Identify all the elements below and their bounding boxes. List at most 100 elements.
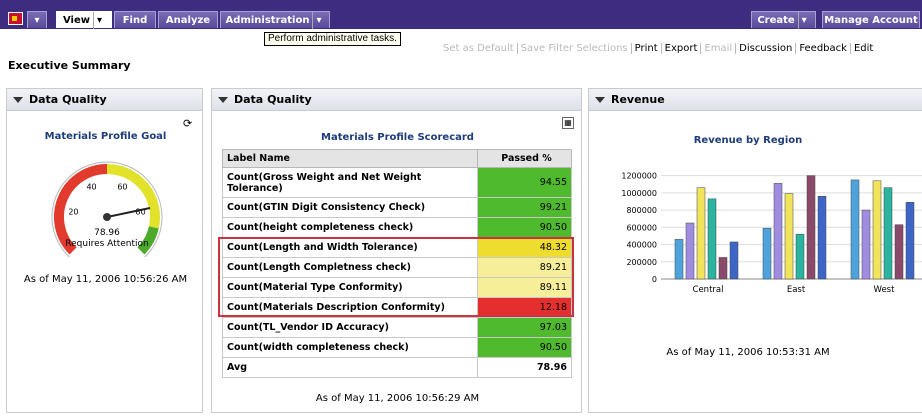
refresh-icon[interactable]: ⟳ (183, 117, 192, 130)
edit-link[interactable]: Edit (851, 43, 876, 54)
y-tick-label: 0 (652, 275, 657, 284)
bar[interactable] (905, 202, 915, 280)
bar[interactable] (883, 187, 893, 280)
row-value: 90.50 (477, 217, 572, 238)
panel-header[interactable]: Data Quality (7, 89, 202, 111)
row-label: Count(Gross Weight and Net Weight Tolera… (222, 167, 478, 198)
bar[interactable] (773, 183, 783, 280)
bar[interactable] (817, 196, 827, 280)
row-label: Count(Length and Width Tolerance) (222, 237, 478, 258)
manage-account-label: Manage Account (824, 15, 918, 26)
row-label: Count(Material Type Conformity) (222, 277, 478, 298)
print-link[interactable]: Print (632, 43, 662, 54)
table-row: Count(TL_Vendor ID Accuracy) 97.03 (222, 317, 572, 338)
scorecard-title: Materials Profile Scorecard (321, 132, 474, 143)
row-value: 78.96 (477, 357, 572, 378)
gauge-zone (106, 164, 160, 229)
row-value: 12.18 (477, 297, 572, 318)
export-link[interactable]: Export (662, 43, 702, 54)
flag-menu-chevron-icon[interactable]: ▾ (27, 11, 47, 28)
tab-analyze[interactable]: Analyze (158, 11, 218, 28)
table-row: Count(Gross Weight and Net Weight Tolera… (222, 167, 572, 198)
panel-header[interactable]: Data Quality (212, 89, 581, 111)
bar[interactable] (729, 241, 739, 280)
gauge-tick-label: 20 (68, 208, 78, 217)
bar[interactable] (674, 239, 684, 280)
y-tick-label: 400000 (626, 241, 657, 250)
column-header-passed[interactable]: Passed % (477, 149, 572, 168)
row-label: Count(height completeness check) (222, 217, 478, 238)
collapse-caret-icon[interactable] (218, 97, 228, 103)
y-tick-label: 1200000 (621, 172, 657, 181)
tooltip: Perform administrative tasks. (264, 32, 401, 46)
data-quality-scorecard-panel: Data Quality ▦ Materials Profile Scoreca… (211, 88, 582, 413)
tab-administration-label: Administration (225, 15, 310, 26)
create-button[interactable]: Create ▾ (751, 11, 816, 29)
feedback-link[interactable]: Feedback (796, 43, 851, 54)
bar[interactable] (806, 175, 816, 280)
bar[interactable] (861, 209, 871, 280)
table-row: Count(Material Type Conformity) 89.11 (222, 277, 572, 298)
create-label: Create (757, 15, 795, 26)
bar[interactable] (784, 193, 794, 280)
y-tick-label: 800000 (626, 206, 657, 215)
row-label: Count(Materials Description Conformity) (222, 297, 478, 318)
set-as-default-link[interactable]: Set as Default (440, 43, 518, 54)
chevron-down-icon[interactable]: ▾ (312, 12, 324, 29)
bar[interactable] (707, 198, 717, 280)
chevron-down-icon[interactable]: ▾ (93, 12, 105, 29)
bar[interactable] (850, 179, 860, 280)
tab-find[interactable]: Find (114, 11, 156, 28)
discussion-link[interactable]: Discussion (736, 43, 797, 54)
table-row: Count(height completeness check) 90.50 (222, 217, 572, 238)
revenue-bar-chart: 0 200000 400000 600000 800000 1000000 1200000 C… (621, 172, 922, 295)
tab-find-label: Find (122, 15, 148, 26)
bar[interactable] (696, 187, 706, 280)
x-category-label: Central (693, 285, 724, 295)
row-label: Count(Length Completness check) (222, 257, 478, 278)
tab-view-label: View (62, 15, 90, 26)
revenue-panel: Revenue Revenue by Region 0 200000 400000 6… (588, 88, 922, 413)
page-title: Executive Summary (8, 59, 131, 72)
row-value: 99.21 (477, 197, 572, 218)
flag-icon[interactable] (8, 12, 23, 25)
y-tick-label: 1000000 (621, 189, 657, 198)
row-value: 90.50 (477, 337, 572, 358)
collapse-caret-icon[interactable] (13, 97, 23, 103)
x-category-label: West (874, 285, 896, 295)
manage-account-button[interactable]: Manage Account (822, 11, 920, 28)
bar[interactable] (762, 227, 772, 280)
column-header-label[interactable]: Label Name (222, 149, 478, 168)
panel-header[interactable]: Revenue (589, 89, 922, 111)
panel-title: Data Quality (29, 93, 107, 106)
bar[interactable] (795, 233, 805, 280)
gauge-tick-label: 40 (86, 183, 96, 192)
data-quality-gauge-panel: Data Quality Materials Profile Goal ⟳ 20… (6, 88, 203, 413)
y-tick-label: 200000 (626, 258, 657, 267)
row-value: 94.55 (477, 167, 572, 198)
bar[interactable] (718, 257, 728, 280)
row-label: Count(GTIN Digit Consistency Check) (222, 197, 478, 218)
chevron-down-icon[interactable]: ▾ (797, 12, 810, 29)
bar[interactable] (872, 180, 882, 280)
row-value: 89.21 (477, 257, 572, 278)
timestamp: As of May 11, 2006 10:53:31 AM (666, 347, 830, 358)
chart-title: Revenue by Region (693, 135, 803, 146)
collapse-caret-icon[interactable] (595, 97, 605, 103)
bar[interactable] (685, 222, 695, 280)
panel-title: Data Quality (234, 93, 312, 106)
gauge-title: Materials Profile Goal (44, 131, 167, 142)
save-filter-selections-link[interactable]: Save Filter Selections (518, 43, 632, 54)
x-category-label: East (787, 285, 806, 295)
scorecard-table: Label Name Passed % Count(Gross Weight a… (222, 149, 572, 378)
y-tick-label: 600000 (626, 223, 657, 232)
table-header-row: Label Name Passed % (222, 149, 572, 168)
panel-title: Revenue (611, 93, 665, 106)
table-row: Count(GTIN Digit Consistency Check) 99.21 (222, 197, 572, 218)
row-label: Avg (222, 357, 478, 378)
export-icon[interactable]: ▦ (562, 117, 574, 129)
email-link[interactable]: Email (701, 43, 737, 54)
tab-administration[interactable]: Administration ▾ (220, 11, 330, 29)
bar[interactable] (894, 224, 904, 280)
tab-view[interactable]: View ▾ (56, 11, 112, 29)
